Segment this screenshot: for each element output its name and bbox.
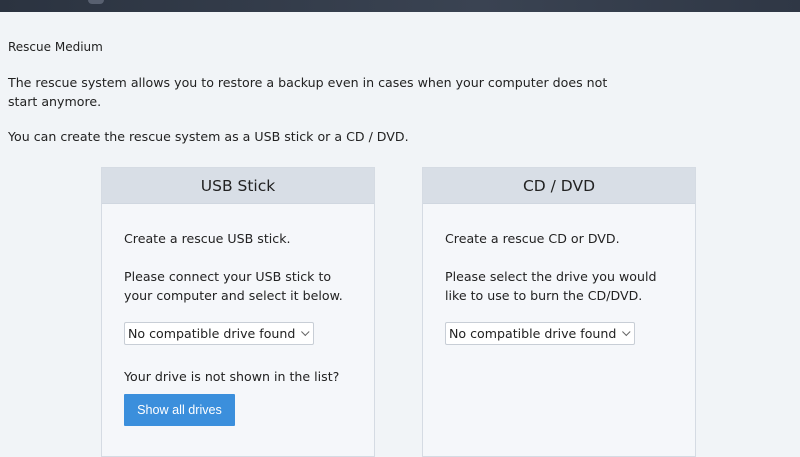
- usb-stick-card: USB Stick Create a rescue USB stick. Ple…: [101, 167, 375, 457]
- usb-card-instructions: Please connect your USB stick to your co…: [124, 269, 343, 303]
- cd-card-description: Create a rescue CD or DVD.: [445, 231, 620, 246]
- cd-drive-select[interactable]: No compatible drive found: [445, 322, 636, 345]
- usb-drive-select[interactable]: No compatible drive found: [124, 322, 315, 345]
- top-bar: [0, 0, 800, 12]
- usb-card-title: USB Stick: [102, 168, 374, 204]
- cd-drive-select-value: No compatible drive found: [449, 326, 617, 341]
- show-all-drives-button[interactable]: Show all drives: [124, 394, 235, 426]
- usb-card-description: Create a rescue USB stick.: [124, 231, 291, 246]
- chevron-down-icon: [301, 327, 310, 336]
- section-title: Rescue Medium: [8, 40, 103, 54]
- usb-drive-question: Your drive is not shown in the list?: [124, 369, 340, 384]
- cd-card-title: CD / DVD: [423, 168, 695, 204]
- cd-dvd-card: CD / DVD Create a rescue CD or DVD. Plea…: [422, 167, 696, 457]
- intro-text: The rescue system allows you to restore …: [8, 75, 608, 109]
- chevron-down-icon: [622, 327, 631, 336]
- top-bar-indicator: [88, 0, 104, 4]
- intro-text-secondary: You can create the rescue system as a US…: [8, 129, 409, 144]
- cd-card-instructions: Please select the drive you would like t…: [445, 269, 657, 303]
- usb-drive-select-value: No compatible drive found: [128, 326, 296, 341]
